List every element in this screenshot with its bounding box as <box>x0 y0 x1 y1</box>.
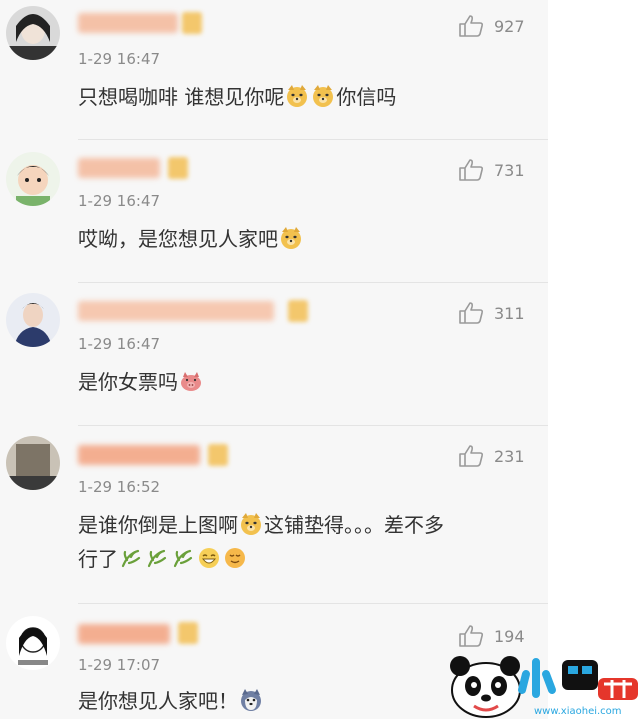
avatar[interactable] <box>6 293 60 347</box>
comment-text-part: 你信吗 <box>336 85 397 109</box>
thumbs-up-icon <box>459 159 484 181</box>
like-button[interactable]: 927 <box>458 14 525 38</box>
username-blurred[interactable] <box>78 158 160 178</box>
comment-feed: 1-29 16:47 927 只想喝咖啡 谁想见你呢 你信吗 1-29 16:47… <box>0 0 548 719</box>
thumbs-up-icon <box>459 445 484 467</box>
avatar[interactable] <box>6 436 60 490</box>
thumbs-up-icon <box>459 302 484 324</box>
comment-item: 1-29 16:47 311 是你女票吗 <box>0 283 548 426</box>
comment-item: 1-29 16:47 927 只想喝咖啡 谁想见你呢 你信吗 <box>0 0 548 140</box>
comment-text-part: 是你女票吗 <box>78 370 178 394</box>
like-button[interactable]: 731 <box>458 158 525 182</box>
username-blurred[interactable] <box>78 13 178 33</box>
username-blurred[interactable] <box>78 624 170 644</box>
doge-emoji-icon <box>287 85 308 107</box>
thumbs-up-icon <box>459 625 484 647</box>
comment-text: 只想喝咖啡 谁想见你呢 你信吗 <box>78 80 518 114</box>
avatar[interactable] <box>6 152 60 206</box>
husky-emoji-icon <box>241 689 261 711</box>
laugh-emoji-icon <box>199 548 219 568</box>
comment-text: 是谁你倒是上图啊 这铺垫得。。。差不多行了 <box>78 508 518 576</box>
comment-text: 是你女票吗 <box>78 365 518 399</box>
comment-item: 1-29 16:47 731 哎呦，是您想见人家吧 <box>0 140 548 283</box>
doge-emoji-icon <box>241 513 261 535</box>
comment-text-part: 行了 <box>78 547 118 571</box>
pig-emoji-icon <box>181 372 201 391</box>
comment-time: 1-29 16:47 <box>78 192 161 210</box>
user-badge <box>182 12 202 34</box>
comment-item: 1-29 16:52 231 是谁你倒是上图啊 这铺垫得。。。差不多行了 <box>0 426 548 604</box>
comment-text-part: 是谁你倒是上图啊 <box>78 513 238 537</box>
grass-emoji-icon <box>121 549 141 568</box>
avatar[interactable] <box>6 6 60 60</box>
like-count: 311 <box>494 303 525 323</box>
like-count: 231 <box>494 446 525 466</box>
comment-time: 1-29 16:47 <box>78 50 161 68</box>
avatar[interactable] <box>6 616 60 670</box>
watermark-domain: www.xiaohei.com <box>534 706 622 717</box>
like-count: 927 <box>494 16 525 36</box>
comment-time: 1-29 16:52 <box>78 478 161 496</box>
comment-text-part: 这铺垫得。。。差不多 <box>264 513 444 537</box>
comment-text: 哎呦，是您想见人家吧 <box>78 222 518 256</box>
laugh-emoji-icon <box>225 548 245 568</box>
watermark-logo: www.xiaohei.com <box>450 656 638 718</box>
grass-emoji-icon <box>147 549 167 568</box>
user-badge <box>168 157 188 179</box>
user-badge <box>208 444 228 466</box>
thumbs-up-icon <box>459 15 484 37</box>
grass-emoji-icon <box>173 549 193 568</box>
comment-time: 1-29 16:47 <box>78 335 161 353</box>
username-blurred[interactable] <box>78 445 200 465</box>
username-blurred[interactable] <box>78 301 274 321</box>
like-button[interactable]: 194 <box>458 624 525 648</box>
comment-text-part: 哎呦，是您想见人家吧 <box>78 227 278 251</box>
doge-emoji-icon <box>281 227 301 249</box>
like-count: 194 <box>494 626 525 646</box>
user-badge <box>178 622 198 644</box>
comment-text-part: 只想喝咖啡 谁想见你呢 <box>78 85 285 109</box>
doge-emoji-icon <box>313 85 334 107</box>
panda-mascot-icon <box>450 656 521 718</box>
like-button[interactable]: 231 <box>458 444 525 468</box>
comment-text-part: 是你想见人家吧！ <box>78 689 238 713</box>
site-watermark: www.xiaohei.com <box>444 650 640 719</box>
xiaohei-logo-text <box>518 658 638 700</box>
comment-time: 1-29 17:07 <box>78 656 161 674</box>
like-count: 731 <box>494 160 525 180</box>
like-button[interactable]: 311 <box>458 301 525 325</box>
user-badge <box>288 300 308 322</box>
